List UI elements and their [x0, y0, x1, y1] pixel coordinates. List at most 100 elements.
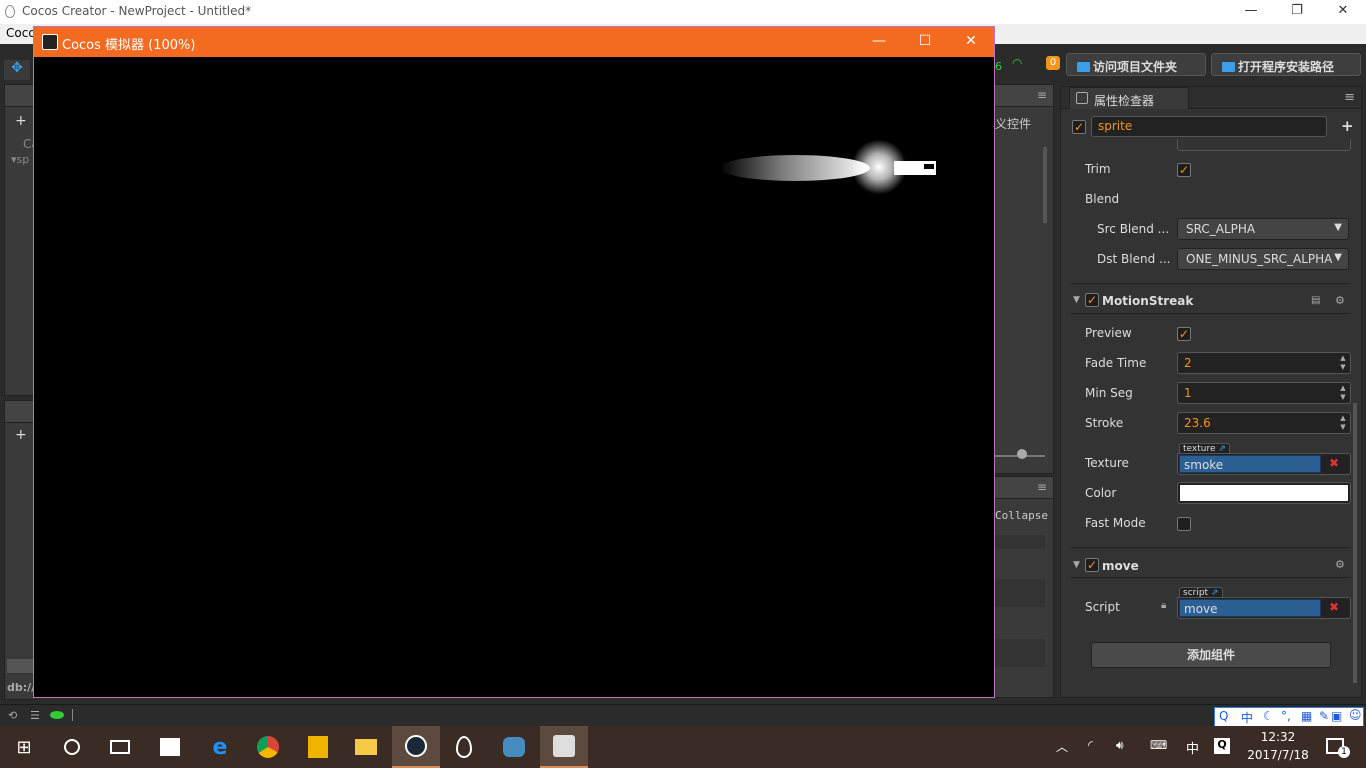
sprite-detail — [924, 164, 934, 169]
close-button[interactable]: ✕ — [1320, 0, 1366, 24]
motionstreak-enabled-checkbox[interactable]: ✓ — [1085, 293, 1099, 307]
stepper-icon[interactable]: ▲ ▼ — [1338, 354, 1348, 372]
divider — [72, 709, 73, 721]
ime-indicator[interactable]: 中 — [1186, 738, 1199, 757]
open-install-path-label: 打开程序安装路径 — [1238, 60, 1335, 74]
simulator-maximize-button[interactable]: ☐ — [902, 27, 948, 57]
notification-badge[interactable]: 0 — [1046, 56, 1060, 70]
assets-panel: + db://a — [4, 400, 43, 700]
console-header: ≡ — [995, 477, 1053, 499]
add-node-icon[interactable]: + — [15, 113, 27, 129]
game-canvas[interactable] — [34, 57, 994, 697]
inspector-scrollbar[interactable] — [1353, 403, 1357, 683]
move-tool-icon[interactable]: ✥ — [4, 60, 30, 80]
windows-start-icon[interactable]: ⊞ — [0, 726, 48, 768]
volume-icon[interactable]: 🔊︎ — [1116, 738, 1124, 753]
simulator-minimize-button[interactable]: — — [856, 27, 902, 57]
droplet-app-icon[interactable] — [440, 726, 488, 768]
stepper-icon[interactable]: ▲ ▼ — [1338, 414, 1348, 432]
move-enabled-checkbox[interactable]: ✓ — [1085, 558, 1099, 572]
notes-app-icon[interactable] — [294, 726, 342, 768]
menu-icon[interactable]: ≡ — [1037, 88, 1047, 102]
punctuation-icon[interactable]: °, — [1281, 709, 1291, 723]
clock-time[interactable]: 12:32 — [1246, 730, 1310, 744]
node-name-input[interactable]: sprite — [1091, 116, 1327, 137]
taskbar: ⊞ e ︿ ◜ 🔊︎ ⌨ 中 Q 12:32 2017/7/18 1 — [0, 726, 1366, 768]
dst-blend-select[interactable]: ONE_MINUS_SRC_ALPHA ▼ — [1177, 248, 1349, 270]
collapse-motionstreak-icon[interactable]: ▼ — [1073, 295, 1080, 305]
book-icon[interactable]: ▤ — [1311, 295, 1320, 306]
menu-icon[interactable]: ≡ — [1037, 480, 1047, 494]
lock-icon: 🔒︎ — [1161, 600, 1167, 611]
menu-icon[interactable]: ≡ — [1344, 90, 1355, 105]
widgets-scrollbar[interactable] — [1043, 147, 1047, 223]
trim-label: Trim — [1085, 162, 1111, 176]
chevron-up-icon[interactable]: ︿ — [1056, 738, 1068, 755]
keyboard-icon[interactable]: ▦ — [1301, 709, 1312, 723]
status-bar: ⟲ ☰ Q 中 ☾ °, ▦ ✎ ▣ ☺ — [0, 704, 1366, 727]
moon-icon[interactable]: ☾ — [1263, 709, 1274, 723]
open-project-folder-button[interactable]: 访问项目文件夹 — [1066, 53, 1206, 76]
color-swatch — [1180, 485, 1348, 501]
wrench-icon[interactable]: ✎ — [1319, 709, 1329, 723]
search-icon[interactable]: Q — [1219, 709, 1228, 723]
stroke-input[interactable]: 23.6 ▲ ▼ — [1177, 412, 1351, 434]
texture-asset[interactable]: smoke — [1179, 455, 1321, 473]
zoom-slider-handle[interactable] — [1017, 449, 1027, 459]
color-field[interactable] — [1177, 482, 1351, 504]
file-explorer-icon[interactable] — [342, 726, 390, 768]
script-asset[interactable]: move — [1179, 599, 1321, 617]
preview-checkbox[interactable]: ✓ — [1177, 327, 1191, 341]
trim-checkbox[interactable]: ✓ — [1177, 163, 1191, 177]
add-asset-icon[interactable]: + — [15, 427, 27, 443]
open-install-path-button[interactable]: 打开程序安装路径 — [1211, 53, 1361, 76]
ime-language[interactable]: 中 — [1241, 709, 1253, 726]
assets-scrollbar[interactable] — [7, 659, 35, 673]
console-row — [995, 579, 1045, 607]
network-icon[interactable]: ◜ — [1088, 738, 1093, 752]
steam-icon[interactable] — [392, 726, 440, 768]
cocos-app-icon — [42, 34, 58, 50]
collapse-move-icon[interactable]: ▼ — [1073, 560, 1080, 570]
clipboard-icon[interactable]: ▣ — [1331, 709, 1342, 723]
task-view-icon[interactable] — [96, 726, 144, 768]
database-icon[interactable]: ☰ — [30, 709, 40, 722]
edge-icon[interactable]: e — [196, 726, 244, 768]
cortana-search-icon[interactable] — [48, 726, 96, 768]
cocos-logo-icon — [5, 5, 15, 18]
add-component-button[interactable]: 添加组件 — [1091, 642, 1331, 668]
store-icon[interactable] — [146, 726, 194, 768]
gear-icon[interactable]: ⚙ — [1335, 558, 1345, 571]
clock-date[interactable]: 2017/7/18 — [1240, 748, 1316, 762]
fade-time-input[interactable]: 2 ▲ ▼ — [1177, 352, 1351, 374]
simulator-close-button[interactable]: ✕ — [948, 27, 994, 57]
ime-toolbar: Q 中 ☾ °, ▦ ✎ ▣ ☺ — [1214, 707, 1364, 727]
minimize-button[interactable]: — — [1228, 0, 1274, 24]
clear-script-icon[interactable]: ✖ — [1329, 600, 1339, 614]
refresh-icon[interactable]: ⟲ — [8, 709, 17, 722]
clear-texture-icon[interactable]: ✖ — [1329, 456, 1339, 470]
fast-mode-checkbox[interactable] — [1177, 517, 1191, 531]
gear-icon[interactable]: ⚙ — [1335, 294, 1345, 307]
node-active-checkbox[interactable]: ✓ — [1072, 120, 1086, 134]
restore-button[interactable]: ❐ — [1274, 0, 1320, 24]
search-app-icon[interactable]: Q — [1214, 738, 1230, 754]
add-icon[interactable]: + — [1341, 117, 1354, 135]
menu-item-cocos[interactable]: Coco — [6, 26, 36, 40]
cocos-creator-icon[interactable] — [540, 726, 588, 768]
keyboard-icon[interactable]: ⌨ — [1150, 738, 1167, 752]
smiley-icon[interactable]: ☺ — [1349, 708, 1362, 722]
tab-inspector[interactable]: 属性检查器 — [1069, 87, 1189, 109]
chrome-icon[interactable] — [244, 726, 292, 768]
collapse-toggle[interactable]: Collapse — [995, 509, 1048, 522]
src-blend-select[interactable]: SRC_ALPHA ▼ — [1177, 218, 1349, 240]
stepper-icon[interactable]: ▲ ▼ — [1338, 384, 1348, 402]
widgets-title: 义控件 — [995, 117, 1032, 131]
widgets-header: ≡ — [995, 85, 1053, 107]
hierarchy-sprite-node[interactable]: ▾sp — [11, 153, 29, 166]
eye-icon[interactable] — [50, 711, 64, 719]
min-seg-input[interactable]: 1 ▲ ▼ — [1177, 382, 1351, 404]
simulator-title: Cocos 模拟器 (100%) — [62, 38, 196, 53]
inspector-tab-label: 属性检查器 — [1094, 94, 1155, 108]
godot-icon[interactable] — [490, 726, 538, 768]
